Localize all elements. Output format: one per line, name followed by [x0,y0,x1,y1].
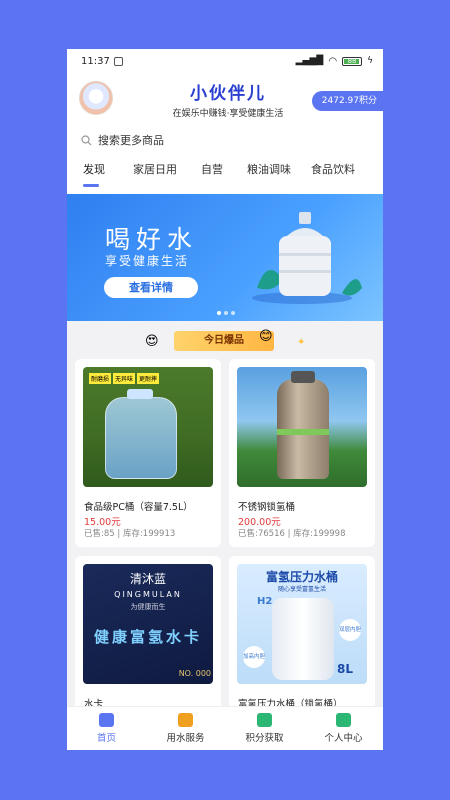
banner-details-button[interactable]: 查看详情 [104,277,198,298]
carousel-dots[interactable] [217,311,235,315]
battery-icon: 88 [342,56,363,66]
tabbar-profile-label: 个人中心 [324,733,363,744]
tabbar-water-service-label: 用水服务 [166,733,205,744]
signal-icon: ▂▄▆█ [295,56,324,66]
app-header: 小伙伴儿 在娱乐中赚钱·享受健康生活 2472.97积分 [67,73,383,129]
tag-label: 耐磨损 [89,373,112,384]
tab-discover[interactable]: 发现 [67,157,115,189]
points-badge[interactable]: 2472.97积分 [311,91,383,111]
product-meta: 已售:85 | 库存:199913 [84,529,176,539]
water-bottle-illustration [252,212,362,304]
feature-badge: 双层内胆 [339,619,361,641]
product-price: 200.00元 [238,517,281,528]
feature-badge: 加高内胆 [243,646,265,668]
brand: 小伙伴儿 在娱乐中赚钱·享受健康生活 [163,79,293,119]
h2-label: H2 [257,596,273,607]
points-icon [257,713,272,727]
tabbar-water-service[interactable]: 用水服务 [146,707,225,750]
app-subtitle: 在娱乐中赚钱·享受健康生活 [172,109,284,119]
status-bar: 11:37 ▂▄▆█ ◠ 88 ϟ [67,49,383,73]
card-title-text: 健康富氢水卡 [93,628,202,646]
brand-logo-text: 清沐蓝 [129,572,166,586]
tabbar-points-label: 积分获取 [245,733,284,744]
tabbar-home-label: 首页 [96,733,116,744]
brand-slogan: 为健康而生 [130,603,166,611]
product-meta: 已售:76516 | 库存:199998 [238,529,346,539]
product-image-title: 富氢压力水桶 [265,570,338,584]
search-icon [81,134,92,145]
tab-self-operated[interactable]: 自营 [191,157,233,189]
tab-household[interactable]: 家居日用 [123,157,187,189]
tag-label: 无异味 [113,373,136,384]
product-name: 食品级PC桶（容量7.5L） [84,502,193,513]
banner-title: 喝好水 [105,225,199,254]
tabbar-profile[interactable]: 个人中心 [304,707,383,750]
card-number: NO. 000 [178,669,211,678]
sparkle-icon: ✦ [297,337,306,348]
tabbar-points[interactable]: 积分获取 [225,707,304,750]
water-service-icon [178,713,193,727]
tab-grain-oil[interactable]: 粮油调味 [237,157,301,189]
product-card[interactable]: 耐磨损 无异味 更耐摔 食品级PC桶（容量7.5L） 15.00元 已售:85 … [75,359,221,547]
product-card[interactable]: 不锈钢锁氢桶 200.00元 已售:76516 | 库存:199998 [229,359,375,547]
brand-en-text: QINGMULAN [114,590,182,599]
promo-banner[interactable]: 喝好水 享受健康生活 查看详情 [67,194,383,321]
wifi-icon: ◠ [328,55,338,67]
tab-food-drink[interactable]: 食品饮料 [301,157,365,189]
product-image: 富氢压力水桶 随心享受富氢生活 H2 双层内胆 加高内胆 8L [237,564,367,684]
product-image: 清沐蓝 QINGMULAN 为健康而生 健康富氢水卡 NO. 000 [83,564,213,684]
category-tabs: 发现 家居日用 自营 粮油调味 食品饮料 [67,157,383,189]
smile-emoji-icon: 😍 [145,334,159,349]
product-image-subtitle: 随心享受富氢生活 [277,586,326,593]
tabbar-home[interactable]: 首页 [67,707,146,750]
battery-level: 88 [347,56,357,65]
product-image [237,367,367,487]
product-price: 15.00元 [84,517,121,528]
app-title: 小伙伴儿 [190,84,266,104]
product-image: 耐磨损 无异味 更耐摔 [83,367,213,487]
app-screen: 11:37 ▂▄▆█ ◠ 88 ϟ 小伙伴儿 在娱乐中赚钱·享受健康生活 247… [67,49,383,750]
notification-icon [113,56,123,66]
banner-subtitle: 享受健康生活 [105,254,190,268]
profile-icon [336,713,351,727]
product-name: 不锈钢锁氢桶 [238,502,296,513]
search-bar[interactable] [67,129,383,151]
search-input[interactable] [98,133,358,147]
charging-icon: ϟ [367,56,373,66]
avatar[interactable] [79,81,113,115]
status-time: 11:37 [81,55,110,67]
bottom-tab-bar: 首页 用水服务 积分获取 个人中心 [67,706,383,750]
tag-label: 更耐摔 [137,373,160,384]
home-icon [99,713,114,727]
volume-label: 8L [337,662,353,676]
fire-emoji-icon: 😊 [259,329,273,344]
